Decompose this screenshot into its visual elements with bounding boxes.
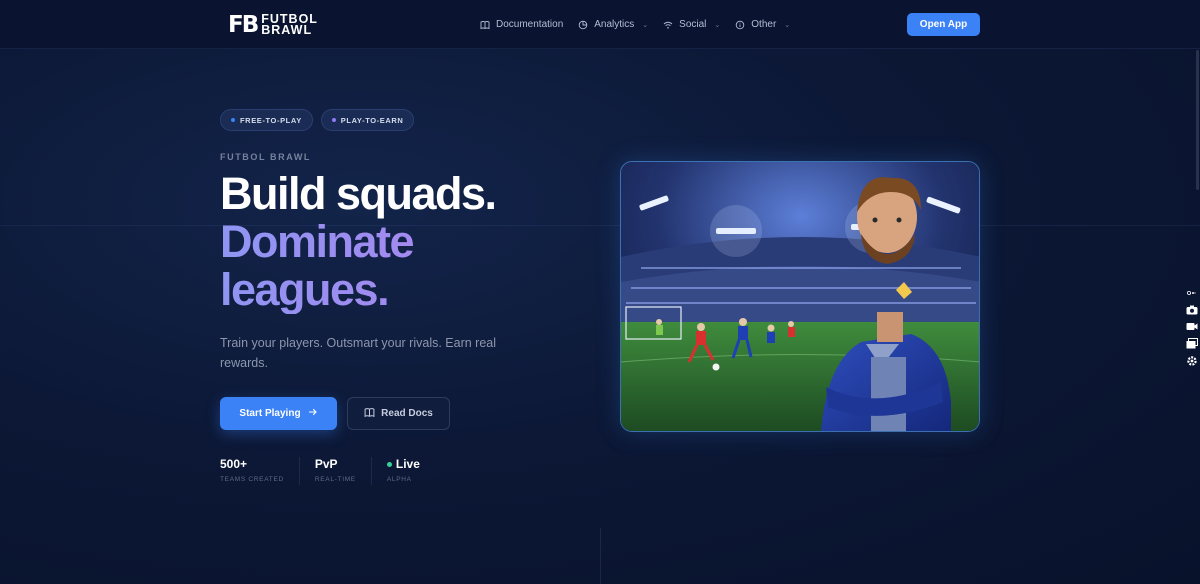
camera-icon[interactable]	[1185, 303, 1198, 316]
badge-free-to-play: FREE-TO-PLAY	[220, 109, 313, 131]
stat-label: TEAMS CREATED	[220, 476, 284, 483]
page-scrollbar[interactable]	[1196, 50, 1199, 190]
stat-value: 500+	[220, 457, 248, 471]
chevron-down-icon: ⌄	[642, 21, 649, 29]
stat-teams-created: 500+ TEAMS CREATED	[220, 457, 300, 485]
logo[interactable]: FB FUTBOL BRAWL	[228, 13, 318, 37]
book-icon	[480, 20, 490, 30]
nav-link-label: Documentation	[496, 19, 564, 30]
link-icon[interactable]	[1185, 286, 1198, 299]
top-navigation: FB FUTBOL BRAWL Documentation Analytics …	[0, 0, 1200, 49]
badge-label: PLAY-TO-EARN	[340, 115, 404, 125]
stat-value-row: Live	[386, 457, 420, 471]
hero-illustration	[620, 161, 980, 432]
info-icon	[735, 20, 745, 30]
nav-link-label: Analytics	[594, 19, 635, 30]
background-grid-line	[0, 225, 1200, 226]
nav-link-social[interactable]: Social ⌄	[663, 19, 720, 30]
read-docs-button[interactable]: Read Docs	[347, 397, 450, 430]
side-toolbar	[1183, 286, 1200, 367]
badge-label: FREE-TO-PLAY	[240, 115, 302, 125]
chevron-down-icon: ⌄	[784, 21, 791, 29]
headline-line-3: leagues.	[220, 266, 496, 314]
stat-value: PvP	[314, 457, 338, 471]
windows-icon[interactable]	[1185, 337, 1198, 350]
stat-label: REAL-TIME	[314, 476, 356, 483]
badge-dot	[331, 118, 336, 122]
nav-link-analytics[interactable]: Analytics ⌄	[578, 19, 648, 30]
hero-eyebrow: FUTBOL BRAWL	[220, 152, 312, 162]
chevron-down-icon: ⌄	[714, 21, 721, 29]
start-playing-button[interactable]: Start Playing	[220, 397, 337, 430]
hero-subtitle: Train your players. Outsmart your rivals…	[220, 336, 497, 370]
read-docs-label: Read Docs	[381, 408, 433, 419]
nav-link-label: Social	[679, 19, 707, 30]
hero-badges: FREE-TO-PLAY PLAY-TO-EARN	[220, 109, 415, 131]
hero-stats: 500+ TEAMS CREATED PvP REAL-TIME Live AL…	[220, 457, 450, 485]
book-icon	[364, 407, 375, 421]
nav-links: Documentation Analytics ⌄ Social ⌄ Other…	[480, 0, 790, 49]
stat-alpha: Live ALPHA	[386, 457, 435, 485]
open-app-button[interactable]: Open App	[907, 13, 980, 36]
nav-link-other[interactable]: Other ⌄	[735, 19, 790, 30]
settings-gear-icon[interactable]	[1185, 354, 1198, 367]
start-playing-label: Start Playing	[239, 408, 301, 419]
pie-chart-icon	[578, 20, 588, 30]
background-grid-line-vertical	[600, 528, 601, 584]
video-icon[interactable]	[1185, 320, 1198, 333]
badge-play-to-earn: PLAY-TO-EARN	[320, 109, 415, 131]
nav-link-label: Other	[751, 19, 777, 30]
stat-label: ALPHA	[386, 476, 412, 483]
logo-word-2: BRAWL	[261, 23, 313, 37]
arrow-right-icon	[308, 407, 318, 420]
headline-line-1: Build squads.	[220, 168, 497, 219]
stat-real-time: PvP REAL-TIME	[315, 457, 372, 485]
live-status-dot	[386, 461, 392, 467]
nav-link-documentation[interactable]: Documentation	[480, 19, 563, 30]
logo-mark: FB	[228, 12, 259, 38]
hero-headline: Build squads. Dominate leagues.	[220, 168, 497, 314]
headline-line-2: Dominate	[220, 218, 496, 266]
logo-wordmark: FUTBOL BRAWL	[261, 13, 318, 37]
badge-dot	[231, 118, 235, 122]
stat-value: Live	[395, 457, 420, 471]
wifi-icon	[663, 20, 673, 30]
